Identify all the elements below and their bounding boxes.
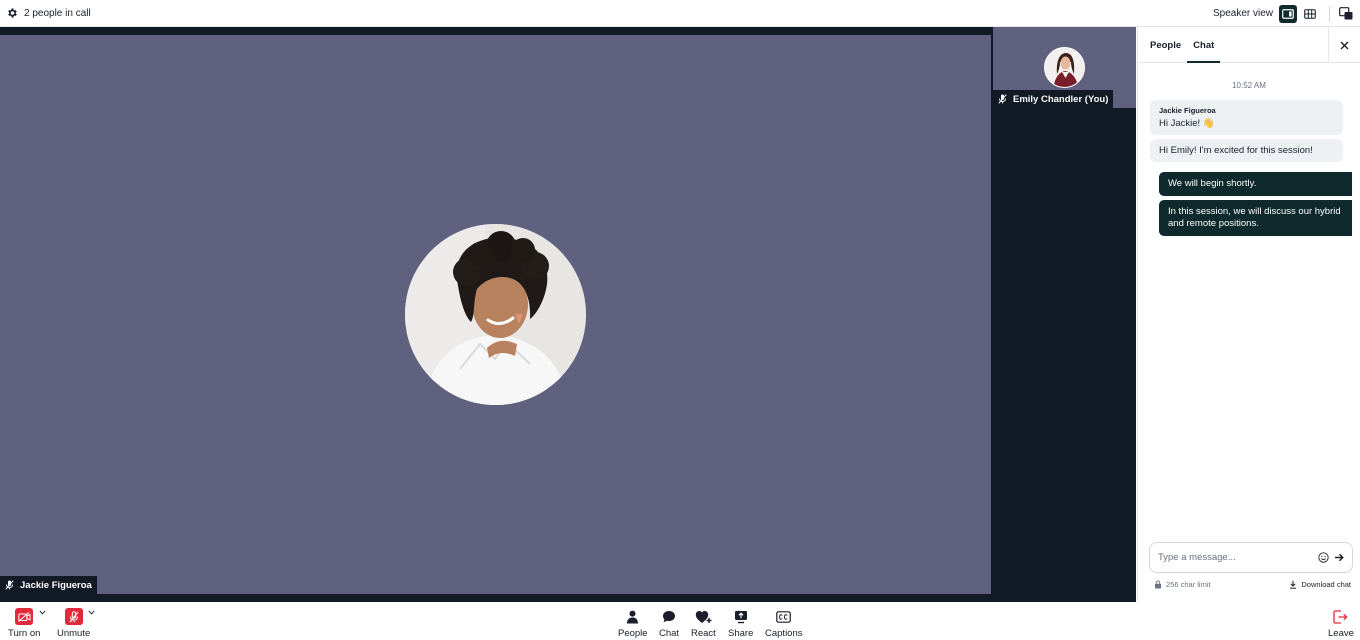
char-limit-text: 256 char limit	[1166, 580, 1211, 589]
top-bar: 2 people in call Speaker view	[0, 0, 1360, 27]
heart-plus-icon	[694, 608, 712, 625]
mic-off-icon	[64, 608, 83, 625]
main-participant-avatar	[405, 224, 586, 405]
popout-icon	[1339, 7, 1353, 20]
react-label: React	[691, 628, 716, 639]
people-label: People	[618, 628, 648, 639]
leave-button[interactable]: Leave	[1328, 608, 1354, 639]
close-panel-button[interactable]	[1328, 27, 1360, 63]
message-composer	[1149, 542, 1353, 573]
view-mode-label: Speaker view	[1212, 8, 1273, 19]
share-screen-icon	[732, 608, 750, 625]
self-view-tile[interactable]: Emily Chandler (You)	[993, 27, 1136, 108]
mic-label: Unmute	[57, 628, 91, 639]
camera-off-icon	[15, 608, 34, 625]
leave-label: Leave	[1328, 628, 1354, 639]
topbar-divider	[1329, 5, 1330, 22]
people-in-call-count: 2 people in call	[24, 7, 91, 19]
side-panel: People Chat 10:52 AM Jackie Figueroa Hi …	[1137, 27, 1360, 602]
send-arrow-icon[interactable]	[1333, 552, 1344, 563]
video-stage: Jackie Figueroa Emily Chandler (You)	[0, 27, 1136, 602]
main-participant-name-tag: Jackie Figueroa	[0, 576, 97, 594]
camera-label: Turn on	[8, 628, 41, 639]
chat-button[interactable]: Chat	[659, 608, 679, 639]
mic-toggle-button[interactable]: Unmute	[57, 608, 90, 639]
message-text: Hi Emily! I'm excited for this session!	[1159, 145, 1313, 156]
outgoing-message: We will begin shortly.	[1159, 172, 1352, 196]
message-sender: Jackie Figueroa	[1159, 106, 1216, 115]
grid-view-icon	[1304, 8, 1316, 19]
main-speaker-tile[interactable]: Jackie Figueroa	[0, 35, 991, 594]
captions-cc-icon	[775, 608, 793, 625]
self-participant-name-tag: Emily Chandler (You)	[993, 90, 1114, 108]
outgoing-message: In this session, we will discuss our hyb…	[1159, 200, 1352, 236]
close-icon	[1340, 41, 1349, 49]
message-text: Hi Jackie! 👋	[1159, 118, 1215, 129]
download-icon	[1288, 580, 1297, 589]
tab-chat[interactable]: Chat	[1187, 40, 1221, 63]
chat-timestamp: 10:52 AM	[1232, 81, 1266, 90]
camera-toggle-button[interactable]: Turn on	[8, 608, 40, 639]
camera-options-chevron-down-icon[interactable]	[38, 609, 46, 615]
popout-button[interactable]	[1338, 6, 1354, 22]
incoming-message: Hi Emily! I'm excited for this session!	[1150, 139, 1343, 162]
download-chat-link[interactable]: Download chat	[1288, 580, 1351, 589]
chat-label: Chat	[659, 628, 680, 639]
message-input[interactable]	[1158, 552, 1314, 563]
message-text: We will begin shortly.	[1168, 178, 1257, 189]
bottom-control-bar: Turn on Unmute People Chat React Share C…	[0, 602, 1360, 640]
speaker-view-icon	[1282, 8, 1294, 19]
speaker-view-button[interactable]	[1279, 4, 1297, 23]
char-limit-note: 256 char limit	[1153, 580, 1211, 589]
download-chat-label: Download chat	[1301, 580, 1351, 589]
leave-exit-icon	[1332, 608, 1350, 625]
emoji-icon[interactable]	[1318, 552, 1329, 563]
captions-label: Captions	[765, 628, 803, 639]
captions-button[interactable]: Captions	[765, 608, 803, 639]
self-participant-name: Emily Chandler (You)	[1013, 93, 1109, 105]
grid-view-button[interactable]	[1301, 5, 1319, 23]
people-button[interactable]: People	[618, 608, 648, 639]
lock-icon	[1153, 580, 1162, 589]
chat-bubble-icon	[660, 608, 678, 625]
muted-mic-icon	[4, 580, 14, 590]
incoming-message: Jackie Figueroa Hi Jackie! 👋	[1150, 100, 1343, 135]
tab-people[interactable]: People	[1144, 40, 1187, 62]
share-button[interactable]: Share	[728, 608, 753, 639]
main-participant-name: Jackie Figueroa	[20, 579, 92, 591]
message-text: In this session, we will discuss our hyb…	[1168, 206, 1341, 229]
gear-icon[interactable]	[6, 7, 18, 19]
mic-options-chevron-down-icon[interactable]	[87, 609, 95, 615]
panel-tabs: People Chat	[1138, 27, 1360, 63]
self-participant-avatar	[1044, 47, 1085, 88]
react-button[interactable]: React	[691, 608, 716, 639]
person-icon	[624, 608, 642, 625]
muted-mic-icon	[997, 94, 1007, 104]
share-label: Share	[728, 628, 754, 639]
